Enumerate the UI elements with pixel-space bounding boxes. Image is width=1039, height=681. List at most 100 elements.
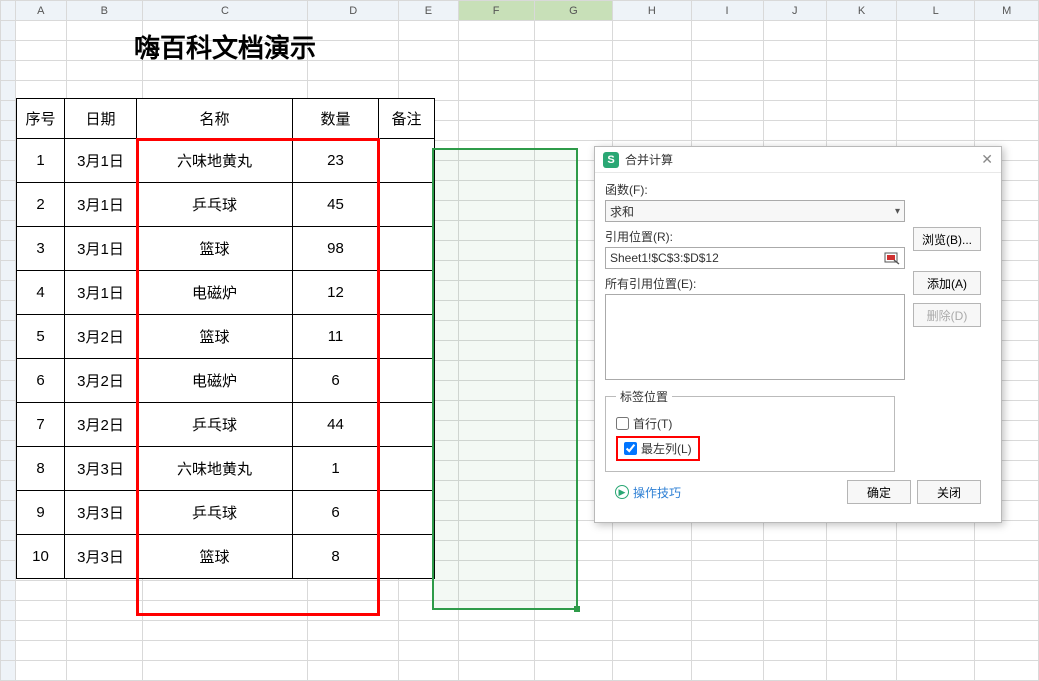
dialog-titlebar[interactable]: S 合并计算 ✕ xyxy=(595,147,1001,173)
ok-button[interactable]: 确定 xyxy=(847,480,911,504)
table-cell[interactable]: 电磁炉 xyxy=(137,271,293,315)
play-icon: ▶ xyxy=(615,485,629,499)
all-refs-list[interactable] xyxy=(605,294,905,380)
col-header-H[interactable]: H xyxy=(613,1,691,21)
table-cell[interactable]: 5 xyxy=(17,315,65,359)
table-cell[interactable] xyxy=(379,139,435,183)
table-row: 23月1日乒乓球45 xyxy=(17,183,435,227)
table-cell[interactable]: 乒乓球 xyxy=(137,491,293,535)
table-cell[interactable]: 12 xyxy=(293,271,379,315)
reference-label: 引用位置(R): xyxy=(605,228,905,245)
table-cell[interactable]: 98 xyxy=(293,227,379,271)
function-label: 函数(F): xyxy=(605,181,905,198)
table-cell[interactable] xyxy=(379,271,435,315)
table-cell[interactable]: 篮球 xyxy=(137,315,293,359)
table-row: 33月1日篮球98 xyxy=(17,227,435,271)
table-cell[interactable] xyxy=(379,403,435,447)
col-header-E[interactable]: E xyxy=(399,1,458,21)
table-cell[interactable]: 11 xyxy=(293,315,379,359)
table-cell[interactable]: 六味地黄丸 xyxy=(137,139,293,183)
col-header-B[interactable]: B xyxy=(66,1,142,21)
table-cell[interactable]: 3月1日 xyxy=(65,183,137,227)
col-header-K[interactable]: K xyxy=(827,1,897,21)
close-icon[interactable]: ✕ xyxy=(981,151,993,168)
table-cell[interactable]: 篮球 xyxy=(137,227,293,271)
consolidate-dialog: S 合并计算 ✕ 函数(F): 求和 ▾ 引用位置(R): Sheet1!$C$… xyxy=(594,146,1002,523)
table-cell[interactable]: 10 xyxy=(17,535,65,579)
table-row: 73月2日乒乓球44 xyxy=(17,403,435,447)
cancel-button[interactable]: 关闭 xyxy=(917,480,981,504)
col-header-A[interactable]: A xyxy=(15,1,66,21)
function-select[interactable]: 求和 ▾ xyxy=(605,200,905,222)
table-header: 日期 xyxy=(65,99,137,139)
reference-value: Sheet1!$C$3:$D$12 xyxy=(610,251,719,265)
col-header-D[interactable]: D xyxy=(308,1,399,21)
table-cell[interactable]: 6 xyxy=(293,491,379,535)
table-cell[interactable]: 3月3日 xyxy=(65,535,137,579)
table-cell[interactable]: 6 xyxy=(17,359,65,403)
table-cell[interactable]: 电磁炉 xyxy=(137,359,293,403)
table-row: 53月2日篮球11 xyxy=(17,315,435,359)
col-header-F[interactable]: F xyxy=(458,1,534,21)
table-cell[interactable]: 乒乓球 xyxy=(137,183,293,227)
table-cell[interactable]: 6 xyxy=(293,359,379,403)
table-header: 名称 xyxy=(137,99,293,139)
table-cell[interactable] xyxy=(379,491,435,535)
browse-button[interactable]: 浏览(B)... xyxy=(913,227,981,251)
table-cell[interactable]: 3月2日 xyxy=(65,359,137,403)
table-cell[interactable] xyxy=(379,183,435,227)
table-cell[interactable] xyxy=(379,359,435,403)
table-cell[interactable]: 44 xyxy=(293,403,379,447)
table-cell[interactable]: 2 xyxy=(17,183,65,227)
table-cell[interactable]: 9 xyxy=(17,491,65,535)
table-row: 93月3日乒乓球6 xyxy=(17,491,435,535)
table-cell[interactable]: 45 xyxy=(293,183,379,227)
table-row: 83月3日六味地黄丸1 xyxy=(17,447,435,491)
table-cell[interactable]: 23 xyxy=(293,139,379,183)
tips-link[interactable]: ▶ 操作技巧 xyxy=(615,484,681,501)
table-cell[interactable] xyxy=(379,447,435,491)
top-row-label[interactable]: 首行(T) xyxy=(633,415,672,432)
table-cell[interactable]: 篮球 xyxy=(137,535,293,579)
table-cell[interactable]: 3月1日 xyxy=(65,227,137,271)
label-position-legend: 标签位置 xyxy=(616,388,672,405)
data-table: 序号日期名称数量备注 13月1日六味地黄丸2323月1日乒乓球4533月1日篮球… xyxy=(16,98,435,579)
table-header: 数量 xyxy=(293,99,379,139)
left-col-label[interactable]: 最左列(L) xyxy=(641,440,692,457)
col-header-G[interactable]: G xyxy=(534,1,612,21)
function-value: 求和 xyxy=(610,203,634,220)
col-header-M[interactable]: M xyxy=(975,1,1039,21)
col-header-L[interactable]: L xyxy=(896,1,974,21)
add-button[interactable]: 添加(A) xyxy=(913,271,981,295)
table-cell[interactable]: 3月1日 xyxy=(65,271,137,315)
table-cell[interactable]: 3 xyxy=(17,227,65,271)
table-cell[interactable] xyxy=(379,315,435,359)
table-header: 序号 xyxy=(17,99,65,139)
table-cell[interactable]: 乒乓球 xyxy=(137,403,293,447)
col-header-C[interactable]: C xyxy=(142,1,307,21)
table-header: 备注 xyxy=(379,99,435,139)
table-cell[interactable]: 4 xyxy=(17,271,65,315)
table-cell[interactable] xyxy=(379,535,435,579)
delete-button: 删除(D) xyxy=(913,303,981,327)
top-row-checkbox[interactable] xyxy=(616,417,629,430)
col-header-I[interactable]: I xyxy=(691,1,763,21)
table-cell[interactable]: 7 xyxy=(17,403,65,447)
table-cell[interactable]: 3月2日 xyxy=(65,403,137,447)
table-cell[interactable]: 8 xyxy=(17,447,65,491)
table-cell[interactable]: 1 xyxy=(293,447,379,491)
app-logo-icon: S xyxy=(603,152,619,168)
chevron-down-icon: ▾ xyxy=(895,206,900,217)
table-cell[interactable]: 六味地黄丸 xyxy=(137,447,293,491)
table-cell[interactable] xyxy=(379,227,435,271)
table-cell[interactable]: 3月3日 xyxy=(65,447,137,491)
col-header-J[interactable]: J xyxy=(763,1,827,21)
left-col-checkbox[interactable] xyxy=(624,442,637,455)
range-picker-icon[interactable] xyxy=(884,251,900,265)
table-cell[interactable]: 3月1日 xyxy=(65,139,137,183)
table-cell[interactable]: 3月3日 xyxy=(65,491,137,535)
table-cell[interactable]: 8 xyxy=(293,535,379,579)
reference-input[interactable]: Sheet1!$C$3:$D$12 xyxy=(605,247,905,269)
table-cell[interactable]: 3月2日 xyxy=(65,315,137,359)
table-cell[interactable]: 1 xyxy=(17,139,65,183)
